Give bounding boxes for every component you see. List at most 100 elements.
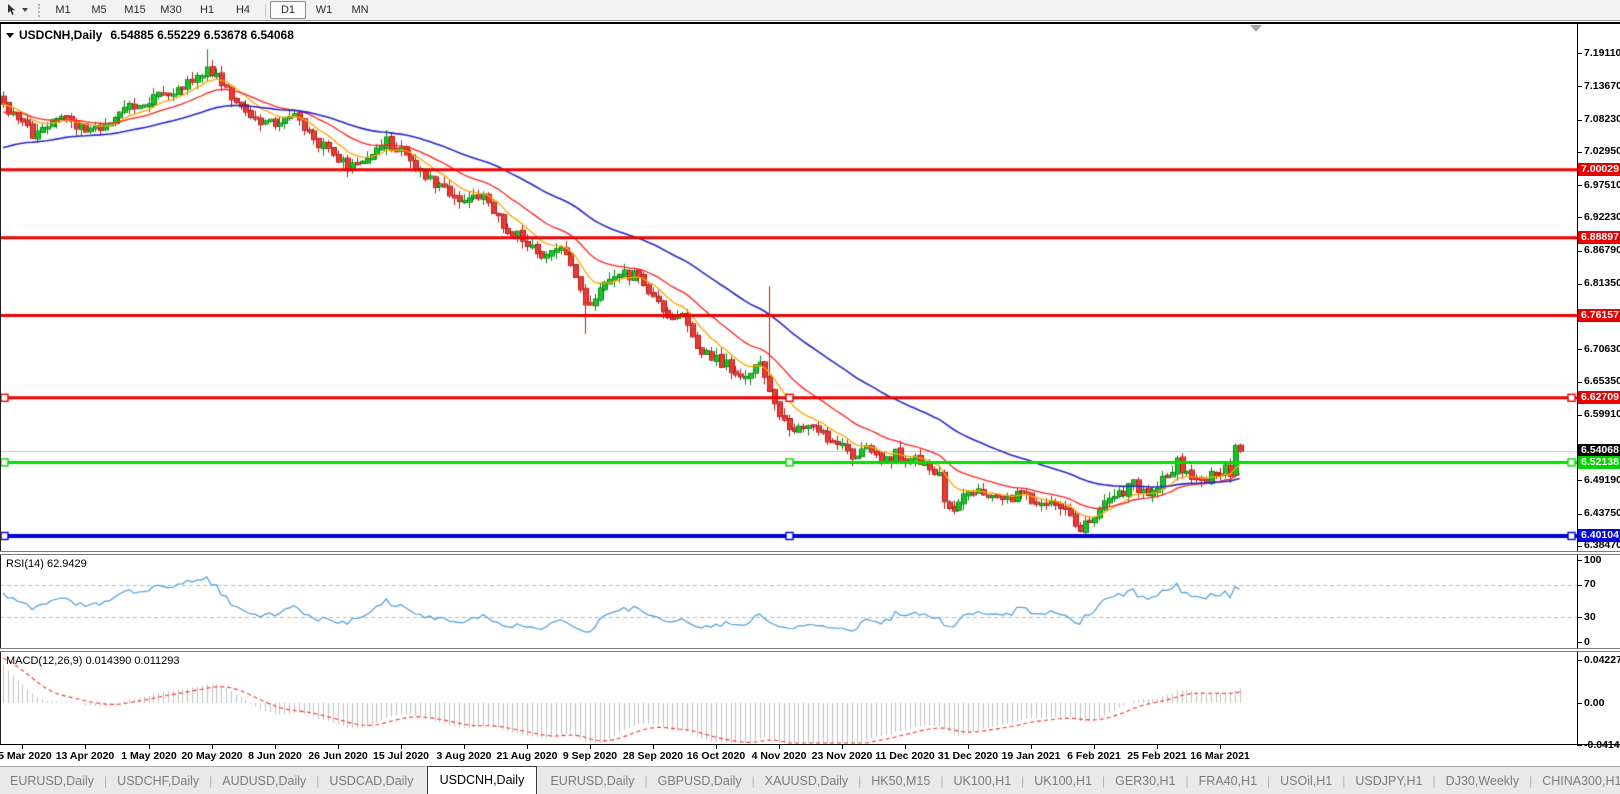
- price-axis-line[interactable]: [1577, 24, 1578, 744]
- timeframe-button-mn[interactable]: MN: [342, 1, 378, 19]
- price-chart-canvas[interactable]: [0, 24, 1577, 551]
- cursor-tool-icon: [8, 4, 15, 15]
- price-tick-label: 6.65350: [1584, 375, 1620, 387]
- price-tick-label: 6.97510: [1584, 179, 1620, 191]
- timeframe-button-m5[interactable]: M5: [81, 1, 117, 19]
- chart-menu-triangle-icon[interactable]: [6, 32, 14, 38]
- chart-tab-usdjpy[interactable]: USDJPY,H1: [1345, 769, 1432, 794]
- price-tick-mark: [1577, 53, 1582, 54]
- time-axis-label: 15 Jul 2020: [372, 750, 430, 762]
- time-tick-mark: [85, 745, 86, 749]
- time-axis-label: 11 Dec 2020: [875, 750, 935, 762]
- time-tick-mark: [1157, 745, 1158, 749]
- price-line-label: 6.76157: [1578, 309, 1620, 322]
- time-axis-label: 21 Aug 2020: [496, 750, 558, 762]
- time-axis-label: 23 Nov 2020: [811, 750, 873, 762]
- price-line-label: 6.40104: [1578, 529, 1620, 542]
- timeframe-button-d1[interactable]: D1: [270, 1, 306, 19]
- chart-tab-ger30[interactable]: GER30,H1: [1105, 769, 1185, 794]
- time-axis-label: 31 Dec 2020: [937, 750, 999, 762]
- chart-tab-usdcad[interactable]: USDCAD,Daily: [319, 769, 423, 794]
- rsi-indicator-canvas[interactable]: [0, 555, 1577, 648]
- mt4-window: M1 M5 M15 M30 H1 H4 D1 W1 MN USDCNH,Daily 6.5488…: [0, 0, 1620, 794]
- chart-tab-eurusd[interactable]: EURUSD,Daily: [0, 769, 104, 794]
- time-axis-label: 19 Jan 2021: [1001, 750, 1061, 762]
- chevron-down-icon: [22, 8, 28, 12]
- toolbar-grip: [38, 3, 40, 17]
- timeframe-button-w1[interactable]: W1: [306, 1, 342, 19]
- chart-tab-usoil[interactable]: USOil,H1: [1270, 769, 1342, 794]
- macd-indicator-canvas[interactable]: [0, 652, 1577, 744]
- price-tick-label: 6.59910: [1584, 408, 1620, 420]
- macd-tick-label: -0.04148: [1584, 739, 1620, 751]
- pane-separator-rsi[interactable]: [0, 551, 1620, 555]
- chart-tab-usdcnh-active[interactable]: USDCNH,Daily: [426, 766, 538, 794]
- rsi-tick-mark: [1577, 617, 1582, 618]
- time-tick-mark: [275, 745, 276, 749]
- chart-frame-border: [0, 22, 1620, 24]
- price-tick-label: 6.70630: [1584, 343, 1620, 355]
- rsi-tick-label: 70: [1584, 578, 1596, 590]
- price-tick-mark: [1577, 514, 1582, 515]
- price-tick-mark: [1577, 86, 1582, 87]
- time-tick-mark: [527, 745, 528, 749]
- price-line-label: 6.62709: [1578, 391, 1620, 404]
- rsi-tick-mark: [1577, 585, 1582, 586]
- chart-tab-xauusd[interactable]: XAUUSD,Daily: [755, 769, 858, 794]
- time-tick-mark: [905, 745, 906, 749]
- timeframe-button-m15[interactable]: M15: [117, 1, 153, 19]
- price-tick-label: 7.08230: [1584, 113, 1620, 125]
- time-tick-mark: [464, 745, 465, 749]
- price-tick-label: 6.49190: [1584, 474, 1620, 486]
- time-tick-mark: [716, 745, 717, 749]
- toolbar-separator: [265, 3, 266, 17]
- time-axis-label: 16 Mar 2021: [1190, 750, 1250, 762]
- chart-shift-marker-icon[interactable]: [1250, 25, 1262, 32]
- price-line-label: 7.00029: [1578, 163, 1620, 176]
- timeframe-button-m30[interactable]: M30: [153, 1, 189, 19]
- time-axis-label: 8 Jun 2020: [248, 750, 302, 762]
- rsi-label: RSI(14) 62.9429: [6, 558, 87, 570]
- macd-tick-mark: [1577, 703, 1582, 704]
- chart-tab-eurusd[interactable]: EURUSD,Daily: [540, 769, 644, 794]
- time-axis-label: 26 Jun 2020: [308, 750, 368, 762]
- price-tick-mark: [1577, 349, 1582, 350]
- chart-tab-uk100[interactable]: UK100,H1: [943, 769, 1021, 794]
- time-axis-label: 16 Oct 2020: [686, 750, 746, 762]
- price-tick-mark: [1577, 284, 1582, 285]
- chart-tab-dj30[interactable]: DJ30,Weekly: [1436, 769, 1529, 794]
- price-tick-label: 7.13670: [1584, 80, 1620, 92]
- price-line-label: 6.88897: [1578, 231, 1620, 244]
- time-tick-mark: [338, 745, 339, 749]
- timeframe-button-h1[interactable]: H1: [189, 1, 225, 19]
- time-axis-line: [0, 744, 1620, 745]
- time-axis-label: 3 Aug 2020: [436, 750, 492, 762]
- price-tick-mark: [1577, 382, 1582, 383]
- time-tick-mark: [1094, 745, 1095, 749]
- price-tick-mark: [1577, 185, 1582, 186]
- chart-tab-china300[interactable]: CHINA300,H1: [1532, 769, 1620, 794]
- timeframe-button-h4[interactable]: H4: [225, 1, 261, 19]
- timeframe-toolbar: M1 M5 M15 M30 H1 H4 D1 W1 MN: [0, 0, 1620, 21]
- price-tick-mark: [1577, 251, 1582, 252]
- cursor-tool-button[interactable]: [0, 4, 33, 16]
- chart-symbol-period: USDCNH,Daily: [19, 28, 103, 42]
- price-tick-label: 7.02950: [1584, 145, 1620, 157]
- timeframe-button-m1[interactable]: M1: [45, 1, 81, 19]
- chart-tab-fra40[interactable]: FRA40,H1: [1189, 769, 1267, 794]
- chart-tab-usdchf[interactable]: USDCHF,Daily: [107, 769, 209, 794]
- price-line-label: 6.52138: [1578, 456, 1620, 469]
- pane-separator-macd[interactable]: [0, 648, 1620, 652]
- chart-tab-gbpusd[interactable]: GBPUSD,Daily: [648, 769, 752, 794]
- time-axis[interactable]: [0, 745, 1620, 766]
- price-tick-mark: [1577, 217, 1582, 218]
- price-tick-mark: [1577, 480, 1582, 481]
- time-tick-mark: [842, 745, 843, 749]
- time-tick-mark: [779, 745, 780, 749]
- chart-tab-hk50[interactable]: HK50,M15: [861, 769, 940, 794]
- chart-tab-audusd[interactable]: AUDUSD,Daily: [212, 769, 316, 794]
- chart-tab-uk100[interactable]: UK100,H1: [1024, 769, 1102, 794]
- macd-tick-mark: [1577, 660, 1582, 661]
- time-tick-mark: [149, 745, 150, 749]
- time-axis-label: 1 May 2020: [121, 750, 177, 762]
